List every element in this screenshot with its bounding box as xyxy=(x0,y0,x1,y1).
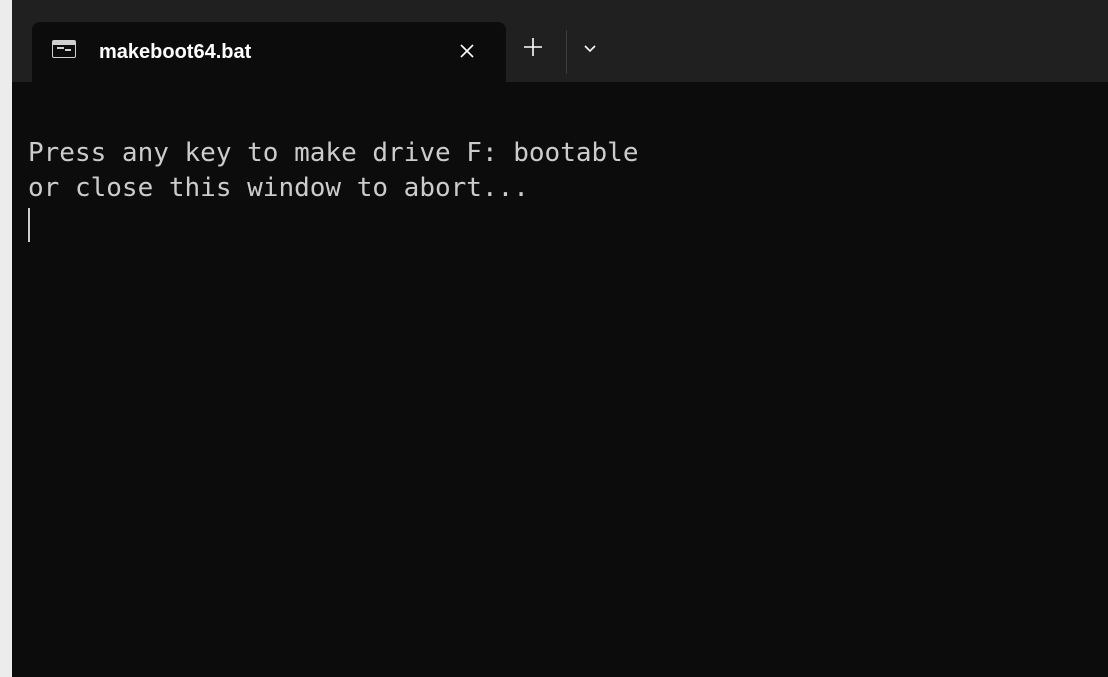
tab-dropdown-button[interactable] xyxy=(581,40,599,58)
plus-icon xyxy=(524,38,542,56)
toolbar-divider xyxy=(566,30,567,74)
close-icon xyxy=(460,44,474,58)
terminal-line: or close this window to abort... xyxy=(28,173,529,203)
title-bar: makeboot64.bat xyxy=(12,0,1108,82)
text-cursor xyxy=(28,208,30,242)
terminal-line: Press any key to make drive F: bootable xyxy=(28,138,639,168)
tab-title: makeboot64.bat xyxy=(99,41,252,63)
terminal-window: makeboot64.bat Press any key to make dri… xyxy=(12,0,1108,677)
new-tab-button[interactable] xyxy=(520,34,546,60)
close-tab-button[interactable] xyxy=(452,36,482,66)
terminal-output[interactable]: Press any key to make drive F: bootable o… xyxy=(28,136,638,206)
tab-makeboot64[interactable]: makeboot64.bat xyxy=(32,22,506,82)
chevron-down-icon xyxy=(584,45,596,53)
background-window-edge xyxy=(0,0,12,677)
terminal-icon xyxy=(52,40,76,58)
